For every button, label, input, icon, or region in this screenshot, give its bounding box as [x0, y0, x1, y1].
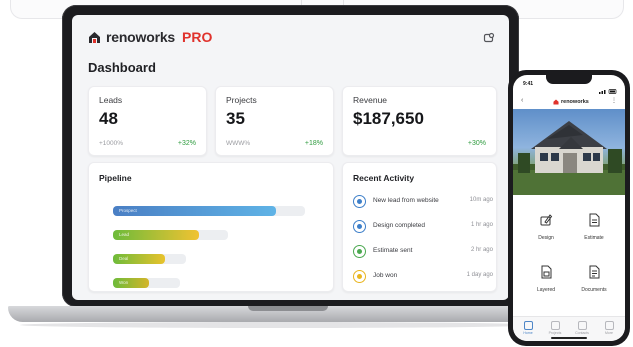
menu-icon[interactable]: ⋮ — [611, 97, 617, 104]
pipeline-bar-track: Prospect — [113, 206, 305, 216]
tile-label: Estimate — [584, 235, 604, 241]
pipeline-bar-label: Lead — [119, 232, 130, 237]
activity-time: 1 day ago — [466, 272, 493, 278]
documents-icon — [587, 265, 601, 279]
pipeline-bar-fill[interactable]: Lead — [113, 230, 199, 240]
stat-value: $187,650 — [353, 109, 424, 128]
stat-delta: +32% — [177, 140, 196, 147]
activity-item[interactable]: Estimate sent 2 hr ago — [353, 245, 493, 259]
activity-item[interactable]: Design completed 1 hr ago — [353, 220, 493, 234]
stat-value: 48 — [99, 109, 118, 128]
stat-sub: +1000% — [99, 140, 124, 147]
tile-documents[interactable]: Documents — [571, 257, 617, 303]
stat-label: Leads — [99, 95, 123, 105]
stat-card-leads[interactable]: Leads 48 +1000% +32% — [88, 86, 207, 156]
brand-name: renoworks — [106, 29, 175, 45]
header-settings-icon[interactable] — [483, 31, 495, 43]
activity-status-icon — [353, 220, 366, 233]
tile-label: Layered — [536, 287, 556, 293]
estimate-icon — [587, 213, 601, 227]
stat-label: Revenue — [353, 95, 388, 105]
pipeline-bar-track: Deal — [113, 254, 186, 264]
phone-tabbar: Home Projects Contacts More — [513, 316, 625, 341]
stat-delta: +18% — [304, 140, 323, 147]
laptop-shadow — [20, 322, 540, 328]
tile-label: Documents — [581, 287, 607, 293]
tile-layered[interactable]: Layered — [523, 257, 569, 303]
stat-label: Projects — [226, 95, 257, 105]
phone-brand-name: renoworks — [561, 99, 589, 105]
pipeline-title: Pipeline — [99, 173, 132, 183]
activity-status-icon — [353, 270, 366, 283]
brand-house-icon — [88, 31, 101, 44]
activity-text: Design completed — [373, 222, 426, 229]
tab-more[interactable]: More — [600, 321, 618, 335]
activity-text: Estimate sent — [373, 247, 413, 254]
tile-label: Design — [538, 235, 554, 241]
tile-design[interactable]: Design — [523, 205, 569, 251]
tab-home[interactable]: Home — [519, 321, 537, 335]
pipeline-bar-fill[interactable]: Deal — [113, 254, 165, 264]
pipeline-card: Pipeline Prospect Lead Deal Won — [88, 162, 334, 292]
activity-card: Recent Activity New lead from website 10… — [342, 162, 497, 292]
pipeline-bar-fill[interactable]: Prospect — [113, 206, 276, 216]
activity-status-icon — [353, 245, 366, 258]
activity-time: 1 hr ago — [470, 222, 493, 228]
stat-card-revenue[interactable]: Revenue $187,650 +30% — [342, 86, 497, 156]
tab-projects[interactable]: Projects — [546, 321, 564, 335]
house-photo — [513, 109, 625, 195]
laptop-notch — [248, 306, 328, 311]
laptop-frame: renoworks PRO Dashboard Leads 48 +1000% … — [62, 5, 519, 307]
pipeline-bar-track: Lead — [113, 230, 228, 240]
activity-text: New lead from website — [373, 197, 439, 204]
dashboard-screen: renoworks PRO Dashboard Leads 48 +1000% … — [72, 15, 509, 300]
home-indicator — [551, 337, 587, 339]
stat-delta: +30% — [467, 140, 486, 147]
pipeline-bar-track: Won — [113, 278, 180, 288]
phone-brand: renoworks — [553, 99, 589, 105]
stat-card-projects[interactable]: Projects 35 WWW% +18% — [215, 86, 334, 156]
back-icon[interactable]: ‹ — [521, 97, 523, 104]
tab-contacts[interactable]: Contacts — [573, 321, 591, 335]
stat-value: 35 — [226, 109, 245, 128]
activity-time: 2 hr ago — [470, 247, 493, 253]
phone-screen: 9:41 ‹ renoworks ⋮ Design Estimate Layer… — [513, 75, 625, 341]
brand-logo[interactable]: renoworks PRO — [88, 29, 212, 45]
activity-status-icon — [353, 195, 366, 208]
pipeline-bar-label: Prospect — [119, 208, 137, 213]
pipeline-bar-label: Won — [119, 280, 129, 285]
activity-text: Job won — [373, 272, 398, 279]
page-title: Dashboard — [88, 60, 156, 75]
pipeline-bar-fill[interactable]: Won — [113, 278, 149, 288]
brand-pro-badge: PRO — [182, 29, 213, 45]
pipeline-bar-label: Deal — [119, 256, 129, 261]
activity-title: Recent Activity — [353, 173, 415, 183]
activity-time: 10m ago — [469, 197, 493, 203]
activity-item[interactable]: New lead from website 10m ago — [353, 195, 493, 209]
status-time: 9:41 — [523, 81, 534, 87]
phone-frame: 9:41 ‹ renoworks ⋮ Design Estimate Layer… — [508, 70, 630, 346]
layered-icon — [539, 265, 553, 279]
activity-item[interactable]: Job won 1 day ago — [353, 270, 493, 284]
stat-sub: WWW% — [226, 140, 251, 147]
tile-estimate[interactable]: Estimate — [571, 205, 617, 251]
design-icon — [539, 213, 553, 227]
phone-notch — [546, 75, 592, 84]
status-icons — [599, 81, 617, 94]
